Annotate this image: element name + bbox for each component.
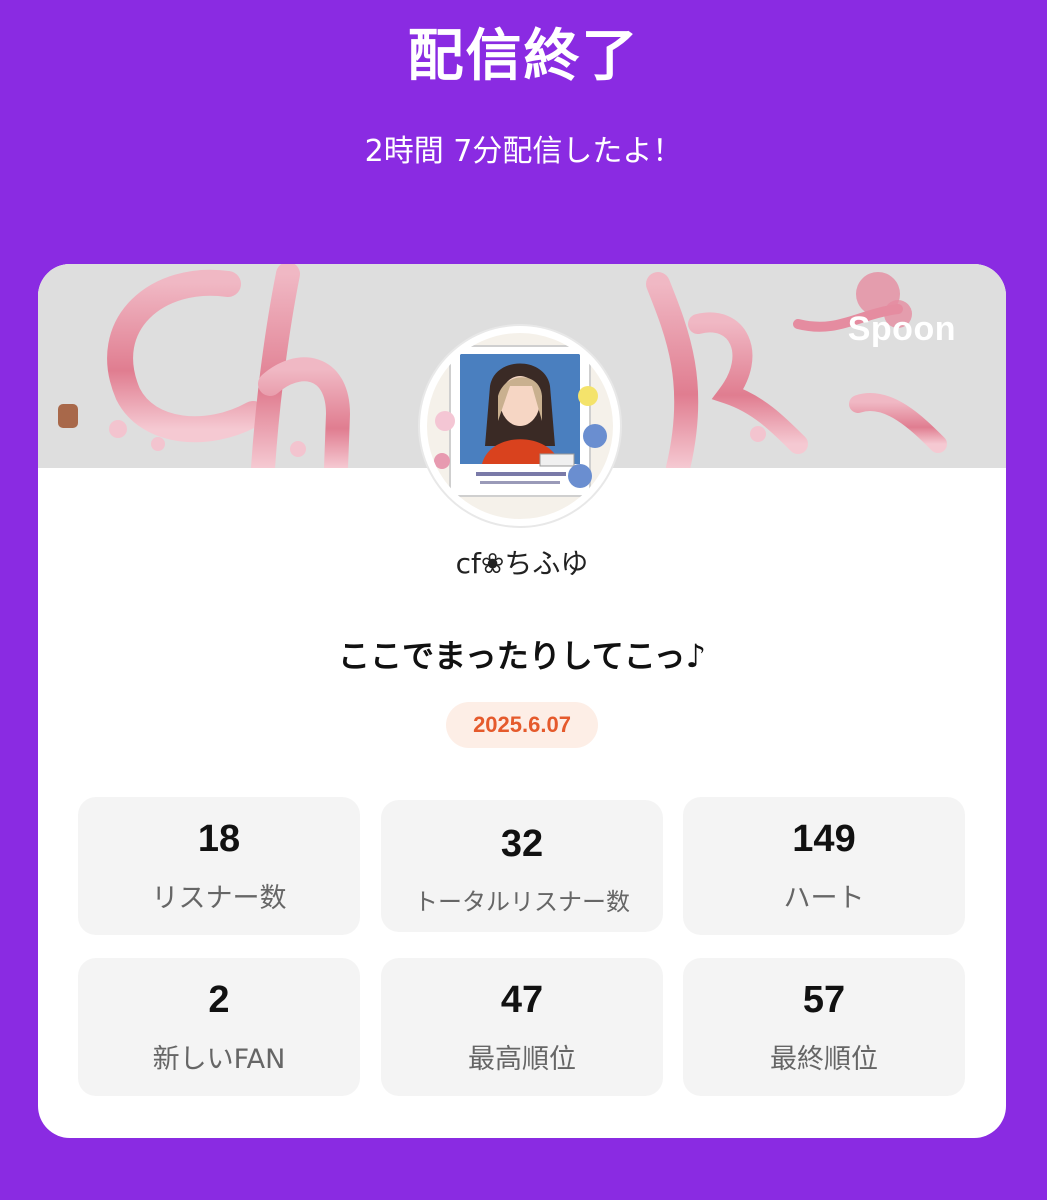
- stat-label: リスナー数: [151, 883, 287, 914]
- stat-value: 47: [500, 979, 544, 1021]
- stat-value: 32: [500, 823, 544, 865]
- stat-listeners: 18 リスナー数: [78, 797, 360, 935]
- stat-label: ハート: [783, 883, 865, 914]
- spoon-logo: Spoon: [847, 310, 956, 348]
- stat-value: 57: [802, 979, 846, 1021]
- stat-final-rank: 57 最終順位: [683, 958, 965, 1096]
- stream-title: ここでまったりしてこっ♪: [338, 637, 706, 675]
- stream-result-card: Spoon cf❀ちふゆ ここでまったりしてこっ♪ 2025.6.07 18 リ…: [38, 264, 1006, 1138]
- avatar[interactable]: [420, 326, 620, 526]
- avatar-image: [421, 327, 619, 525]
- date-badge: 2025.6.07: [446, 702, 598, 748]
- header-title: 配信終了: [407, 24, 640, 89]
- stat-label: 最終順位: [770, 1044, 878, 1075]
- username: cf❀ちふゆ: [455, 547, 589, 580]
- stat-label: 新しいFAN: [152, 1044, 286, 1075]
- stat-value: 2: [208, 979, 230, 1021]
- stat-new-fans: 2 新しいFAN: [78, 958, 360, 1096]
- stat-value: 18: [197, 818, 241, 860]
- header-subtitle: 2時間 7分配信したよ！: [364, 134, 683, 169]
- stat-value: 149: [792, 818, 856, 860]
- stat-total-listeners: 32 トータルリスナー数: [381, 800, 663, 932]
- stat-label: 最高順位: [468, 1044, 576, 1075]
- stat-highest-rank: 47 最高順位: [381, 958, 663, 1096]
- stat-hearts: 149 ハート: [683, 797, 965, 935]
- stat-label: トータルリスナー数: [414, 888, 630, 916]
